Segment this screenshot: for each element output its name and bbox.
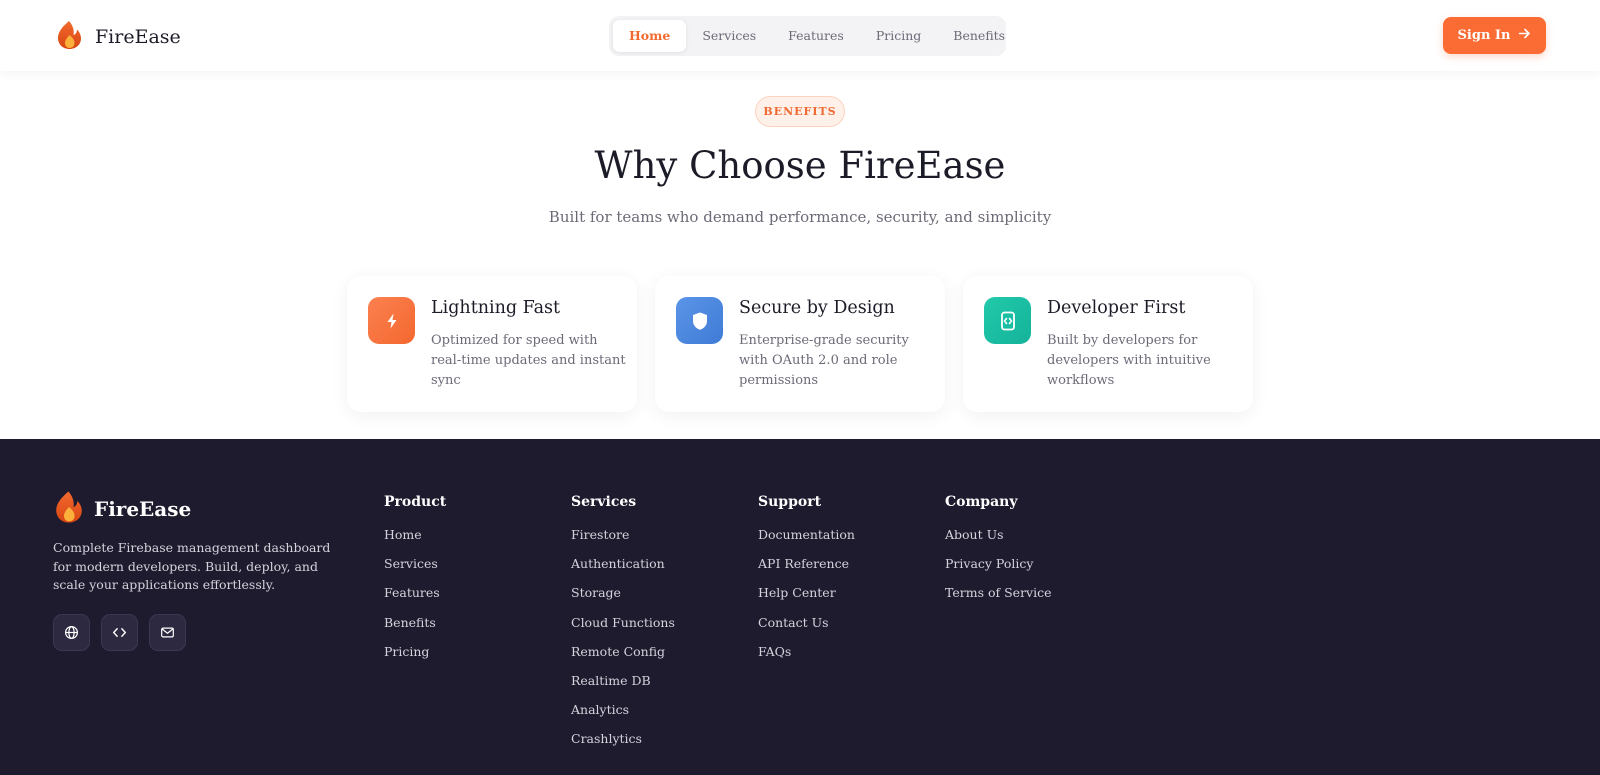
footer-col-title: Company bbox=[945, 494, 1018, 510]
sign-in-label: Sign In bbox=[1457, 28, 1511, 43]
main-nav: Home Services Features Pricing Benefits bbox=[609, 16, 1006, 56]
card-title: Secure by Design bbox=[739, 298, 895, 318]
site-header: FireEase Home Services Features Pricing … bbox=[0, 0, 1600, 71]
card-title: Lightning Fast bbox=[431, 298, 561, 318]
card-title: Developer First bbox=[1047, 298, 1186, 318]
benefit-card-lightning-fast: Lightning Fast Optimized for speed with … bbox=[347, 276, 637, 412]
footer-col-title: Services bbox=[571, 494, 637, 510]
footer-link-cloud-functions[interactable]: Cloud Functions bbox=[571, 613, 675, 642]
footer-brand[interactable]: FireEase bbox=[54, 490, 191, 528]
footer-link-authentication[interactable]: Authentication bbox=[571, 554, 675, 583]
benefit-card-secure-by-design: Secure by Design Enterprise-grade securi… bbox=[655, 276, 945, 412]
footer-link-services[interactable]: Services bbox=[384, 554, 446, 583]
footer-link-analytics[interactable]: Analytics bbox=[571, 700, 675, 729]
footer-col-title: Support bbox=[758, 494, 822, 510]
footer-link-faqs[interactable]: FAQs bbox=[758, 642, 855, 671]
section-title: Why Choose FireEase bbox=[594, 144, 1006, 187]
footer-brand-name: FireEase bbox=[94, 497, 192, 521]
footer-col-product: Product Home Services Features Benefits … bbox=[384, 494, 446, 671]
card-description: Built by developers for developers with … bbox=[1047, 333, 1211, 388]
footer-col-company: Company About Us Privacy Policy Terms of… bbox=[945, 494, 1052, 613]
nav-home[interactable]: Home bbox=[613, 20, 687, 52]
footer-link-remote-config[interactable]: Remote Config bbox=[571, 642, 675, 671]
benefit-card-developer-first: Developer First Built by developers for … bbox=[963, 276, 1253, 412]
flame-logo-icon bbox=[56, 20, 83, 54]
site-footer: FireEase Complete Firebase management da… bbox=[0, 439, 1600, 775]
footer-link-api-reference[interactable]: API Reference bbox=[758, 554, 855, 583]
footer-link-firestore[interactable]: Firestore bbox=[571, 525, 675, 554]
footer-link-crashlytics[interactable]: Crashlytics bbox=[571, 729, 675, 758]
social-links bbox=[53, 614, 186, 651]
footer-link-features[interactable]: Features bbox=[384, 583, 446, 612]
footer-link-about-us[interactable]: About Us bbox=[945, 525, 1052, 554]
footer-link-help-center[interactable]: Help Center bbox=[758, 583, 855, 612]
footer-link-privacy-policy[interactable]: Privacy Policy bbox=[945, 554, 1052, 583]
footer-link-benefits[interactable]: Benefits bbox=[384, 613, 446, 642]
arrow-right-icon bbox=[1518, 27, 1531, 44]
code-icon[interactable] bbox=[101, 614, 138, 651]
section-badge: BENEFITS bbox=[755, 96, 845, 127]
nav-pricing[interactable]: Pricing bbox=[860, 20, 937, 52]
footer-link-realtime-db[interactable]: Realtime DB bbox=[571, 671, 675, 700]
section-subtitle: Built for teams who demand performance, … bbox=[548, 208, 1052, 226]
nav-services[interactable]: Services bbox=[686, 20, 772, 52]
nav-features[interactable]: Features bbox=[772, 20, 860, 52]
brand-logo-link[interactable]: FireEase bbox=[56, 20, 181, 54]
shield-icon bbox=[676, 297, 723, 344]
brand-name: FireEase bbox=[95, 26, 181, 48]
card-description: Optimized for speed with real-time updat… bbox=[431, 333, 626, 388]
footer-col-services: Services Firestore Authentication Storag… bbox=[571, 494, 675, 759]
card-description: Enterprise-grade security with OAuth 2.0… bbox=[739, 333, 909, 388]
footer-col-support: Support Documentation API Reference Help… bbox=[758, 494, 855, 671]
code-icon bbox=[984, 297, 1031, 344]
footer-link-pricing[interactable]: Pricing bbox=[384, 642, 446, 671]
flame-logo-icon bbox=[54, 490, 84, 528]
nav-benefits[interactable]: Benefits bbox=[937, 20, 1021, 52]
footer-link-home[interactable]: Home bbox=[384, 525, 446, 554]
footer-link-terms-of-service[interactable]: Terms of Service bbox=[945, 583, 1052, 612]
mail-icon[interactable] bbox=[149, 614, 186, 651]
footer-col-title: Product bbox=[384, 494, 447, 510]
sign-in-button[interactable]: Sign In bbox=[1443, 17, 1546, 54]
footer-description: Complete Firebase management dashboard f… bbox=[53, 540, 331, 592]
footer-link-documentation[interactable]: Documentation bbox=[758, 525, 855, 554]
globe-icon[interactable] bbox=[53, 614, 90, 651]
footer-link-contact-us[interactable]: Contact Us bbox=[758, 613, 855, 642]
footer-link-storage[interactable]: Storage bbox=[571, 583, 675, 612]
lightning-icon bbox=[368, 297, 415, 344]
